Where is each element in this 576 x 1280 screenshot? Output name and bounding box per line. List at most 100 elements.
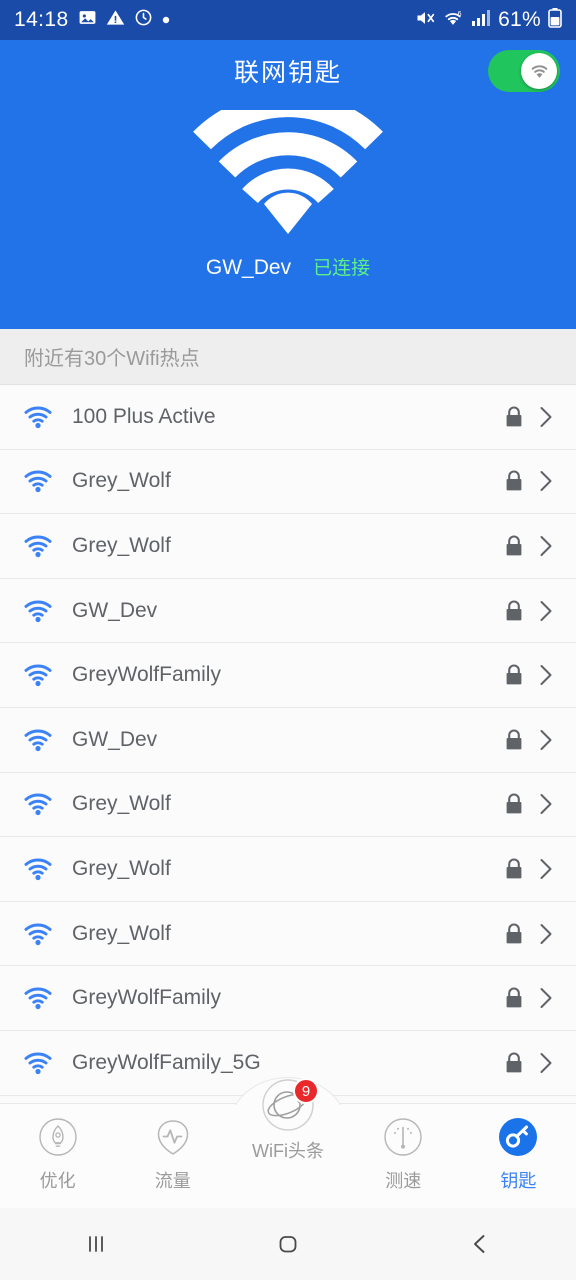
network-row[interactable]: GW_Dev — [0, 707, 576, 773]
network-name: Grey_Wolf — [72, 533, 171, 557]
connected-ssid: GW_Dev — [205, 256, 292, 279]
network-name: Grey_Wolf — [72, 792, 171, 816]
network-name: GW_Dev — [72, 727, 158, 751]
home-icon[interactable] — [228, 1208, 348, 1280]
connected-network-info: GW_Dev 已连接 — [206, 253, 370, 280]
network-list[interactable]: 100 Plus Active Grey_Wolf Grey_Wolf GW_Dev G… — [0, 385, 576, 1103]
tab-key[interactable]: 钥匙 — [461, 1114, 576, 1193]
lock-icon — [502, 469, 526, 493]
status-time: 14:18 — [14, 8, 69, 31]
network-row[interactable]: Grey_Wolf — [0, 772, 576, 838]
network-name: Grey_Wolf — [72, 856, 171, 880]
chevron-right-icon — [526, 404, 556, 430]
chevron-right-icon — [526, 727, 556, 753]
network-row[interactable]: Grey_Wolf — [0, 901, 576, 967]
lock-icon — [502, 986, 526, 1010]
battery-icon — [548, 7, 562, 33]
alarm-icon — [134, 8, 153, 32]
network-row[interactable]: Grey_Wolf — [0, 837, 576, 902]
network-row[interactable]: Grey_Wolf — [0, 514, 576, 579]
chevron-right-icon — [526, 533, 556, 559]
network-name: 100 Plus Active — [72, 404, 216, 428]
wifi-6-icon: 6 — [442, 8, 464, 33]
rocket-icon — [37, 1114, 79, 1160]
toggle-knob — [521, 53, 557, 89]
chevron-right-icon — [526, 662, 556, 688]
chevron-right-icon — [526, 985, 556, 1011]
lock-icon — [502, 663, 526, 687]
network-name: GreyWolfFamily_5G — [72, 1050, 261, 1074]
tab-wifi-headlines[interactable]: 9 WiFi头条 — [230, 1078, 345, 1163]
wifi-signal-icon — [22, 1050, 56, 1076]
image-icon — [78, 8, 97, 32]
lock-icon — [502, 857, 526, 881]
recents-icon[interactable] — [36, 1208, 156, 1280]
mute-icon — [415, 8, 435, 33]
chevron-right-icon — [526, 791, 556, 817]
tab-key-label: 钥匙 — [500, 1171, 537, 1191]
wifi-signal-icon — [22, 985, 56, 1011]
tab-optimize[interactable]: 优化 — [0, 1114, 115, 1193]
lock-icon — [502, 922, 526, 946]
wifi-large-icon — [190, 92, 386, 239]
lock-icon — [502, 599, 526, 623]
svg-text:6: 6 — [458, 9, 462, 18]
network-row[interactable]: 100 Plus Active — [0, 385, 576, 450]
tab-speedtest[interactable]: 测速 — [346, 1114, 461, 1193]
bottom-tab-bar: 优化 流量 9 WiFi头条 测速 钥匙 — [0, 1077, 576, 1208]
warning-icon — [106, 8, 125, 32]
nearby-hotspots-header: 附近有30个Wifi热点 — [0, 329, 576, 385]
phone-screen: 14:18 6 61% 联网钥匙 GW_Dev 已连接 附近有30个Wifi热点… — [0, 0, 576, 1280]
chevron-right-icon — [526, 468, 556, 494]
lock-icon — [502, 405, 526, 429]
chevron-right-icon — [526, 921, 556, 947]
pulse-icon — [152, 1114, 194, 1160]
wifi-signal-icon — [22, 921, 56, 947]
network-name: GW_Dev — [72, 598, 158, 622]
tab-speedtest-label: 测速 — [385, 1171, 422, 1191]
lock-icon — [502, 1051, 526, 1075]
android-nav-bar — [0, 1208, 576, 1280]
wifi-signal-icon — [22, 533, 56, 559]
wifi-master-toggle[interactable] — [488, 50, 560, 92]
tab-badge-count: 9 — [293, 1078, 319, 1104]
tab-traffic[interactable]: 流量 — [115, 1114, 230, 1193]
network-row[interactable]: GW_Dev — [0, 578, 576, 644]
planet-icon: 9 — [259, 1078, 319, 1131]
wifi-signal-icon — [22, 856, 56, 882]
wifi-signal-icon — [22, 662, 56, 688]
network-name: GreyWolfFamily — [72, 663, 221, 687]
wifi-signal-icon — [22, 404, 56, 430]
status-bar: 14:18 6 61% — [0, 0, 576, 40]
network-row[interactable]: Grey_Wolf — [0, 449, 576, 515]
nearby-hotspots-label: 附近有30个Wifi热点 — [24, 348, 200, 370]
network-name: Grey_Wolf — [72, 469, 171, 493]
key-icon — [496, 1114, 540, 1160]
status-bar-right: 6 61% — [415, 7, 562, 33]
dot-icon — [162, 11, 170, 29]
signal-bars-icon — [471, 9, 491, 32]
wifi-signal-icon — [22, 598, 56, 624]
network-name: GreyWolfFamily — [72, 986, 221, 1010]
tab-traffic-label: 流量 — [154, 1171, 191, 1191]
network-row[interactable]: GreyWolfFamily — [0, 966, 576, 1031]
app-bar: 联网钥匙 — [0, 40, 576, 102]
lock-icon — [502, 534, 526, 558]
hero-header: 联网钥匙 GW_Dev 已连接 — [0, 40, 576, 329]
wifi-signal-icon — [22, 791, 56, 817]
gauge-icon — [382, 1114, 424, 1160]
tab-optimize-label: 优化 — [39, 1171, 76, 1191]
wifi-signal-icon — [22, 468, 56, 494]
connected-status: 已连接 — [313, 258, 371, 279]
network-name: Grey_Wolf — [72, 921, 171, 945]
network-row[interactable]: GreyWolfFamily — [0, 643, 576, 708]
chevron-right-icon — [526, 1050, 556, 1076]
lock-icon — [502, 728, 526, 752]
status-bar-left: 14:18 — [14, 8, 170, 32]
chevron-right-icon — [526, 856, 556, 882]
wifi-icon — [531, 65, 547, 78]
battery-percent: 61% — [498, 8, 541, 31]
tab-wifi-headlines-label: WiFi头条 — [252, 1141, 324, 1161]
back-icon[interactable] — [420, 1208, 540, 1280]
page-title: 联网钥匙 — [233, 59, 342, 87]
